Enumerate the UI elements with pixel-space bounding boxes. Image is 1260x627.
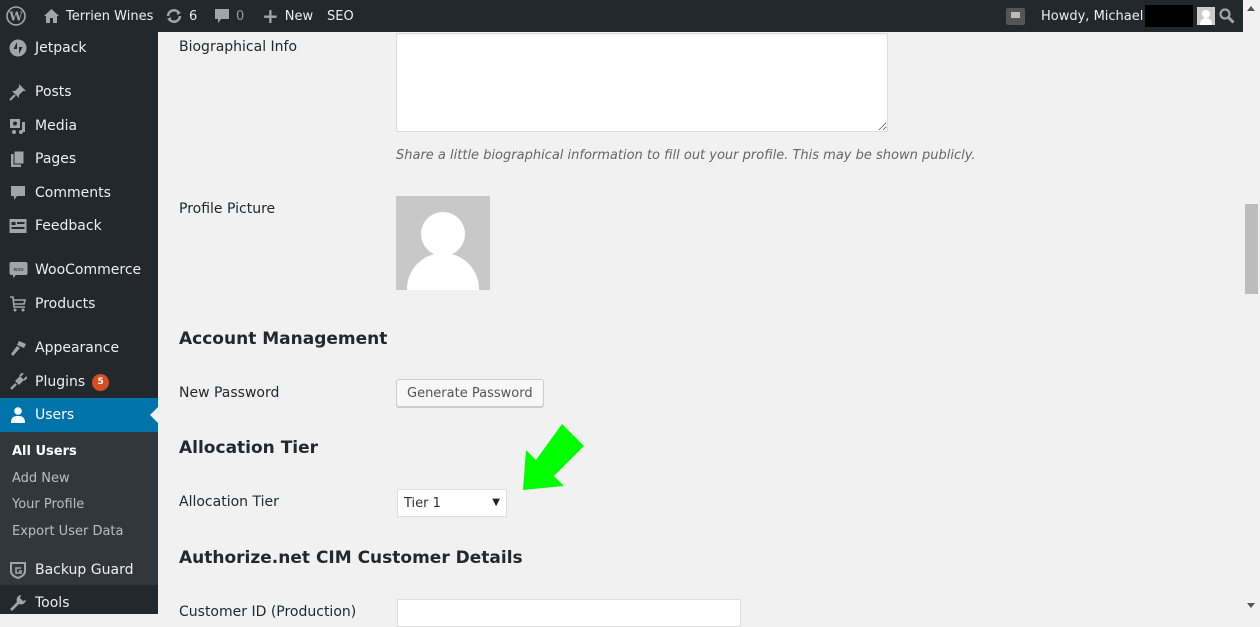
new-content-button[interactable]: + New [262,0,313,32]
comment-icon [214,8,230,24]
home-icon [43,8,60,24]
new-password-label: New Password [179,385,280,401]
seo-label: SEO [327,8,354,24]
profile-form: Biographical Info Share a little biograp… [158,32,1243,627]
plugin-icon [8,372,28,392]
customer-id-label: Customer ID (Production) [179,604,357,620]
bio-label: Biographical Info [179,39,298,55]
comment-icon [8,183,28,203]
wordpress-logo-button[interactable]: W [6,0,26,32]
updates-button[interactable]: 6 [165,0,197,32]
sidebar-item-products[interactable]: Products [0,287,158,321]
sidebar-item-label: WooCommerce [35,262,142,278]
sidebar-item-label: Users [35,407,75,423]
sidebar-item-comments[interactable]: Comments [0,176,158,210]
authorize-net-heading: Authorize.net CIM Customer Details [179,548,523,568]
admin-sidebar: Jetpack Posts Media Pages Comments Feedb… [0,32,158,614]
scroll-down-icon[interactable] [1247,603,1255,608]
sidebar-item-label: Pages [35,151,77,167]
updates-icon [165,8,183,24]
notifications-button[interactable] [1006,0,1025,32]
my-account-menu[interactable]: Howdy, Michael [1041,0,1216,32]
scroll-up-icon[interactable] [1247,6,1255,11]
scrollbar-thumb[interactable] [1245,204,1258,294]
bio-textarea[interactable] [396,33,888,132]
svg-text:W: W [8,10,23,24]
site-name-link[interactable]: Terrien Wines [43,0,153,32]
sidebar-item-label: Feedback [35,218,102,234]
submenu-your-profile[interactable]: Your Profile [12,497,84,512]
chevron-down-icon: ▼ [492,497,500,508]
sidebar-item-pages[interactable]: Pages [0,142,158,176]
search-button[interactable] [1219,0,1235,32]
woocommerce-icon: woo [8,260,28,280]
wrench-icon [8,593,28,613]
submenu-add-new[interactable]: Add New [12,471,70,486]
greeting: Howdy, Michael [1041,8,1144,24]
sidebar-item-label: Media [35,118,78,134]
current-menu-indicator [150,407,158,423]
shield-icon [8,560,28,580]
sidebar-item-label: Appearance [35,340,120,356]
default-avatar-icon [421,212,465,256]
comments-count: 0 [236,8,245,24]
new-label: New [284,8,314,24]
redacted-name [1145,5,1194,27]
account-management-heading: Account Management [179,329,388,349]
profile-picture [396,196,490,290]
site-name: Terrien Wines [66,8,154,24]
sidebar-item-backup-guard[interactable]: Backup Guard [0,553,158,587]
submenu-export-user-data[interactable]: Export User Data [12,524,124,539]
sidebar-item-media[interactable]: Media [0,109,158,143]
plus-icon: + [262,4,279,28]
sidebar-item-label: Products [35,296,96,312]
pages-icon [8,149,28,169]
bio-description: Share a little biographical information … [396,148,976,163]
comments-button[interactable]: 0 [214,0,244,32]
sidebar-item-label: Plugins [35,374,86,390]
allocation-tier-value: Tier 1 [404,495,441,511]
feedback-icon [8,216,28,236]
updates-count: 6 [189,8,198,24]
profile-picture-label: Profile Picture [179,201,276,217]
submenu-all-users[interactable]: All Users [12,444,77,459]
user-avatar-icon [1197,7,1216,25]
paintbrush-icon [8,338,28,358]
svg-text:woo: woo [13,267,23,273]
jetpack-icon [8,38,28,58]
admin-bar: W Terrien Wines 6 0 + New SEO Howdy, Mic… [0,0,1243,32]
sidebar-item-posts[interactable]: Posts [0,75,158,109]
sidebar-item-label: Comments [35,185,111,201]
allocation-tier-heading: Allocation Tier [179,438,319,458]
sidebar-item-label: Backup Guard [35,562,134,578]
sidebar-item-plugins[interactable]: Plugins 5 [0,365,158,399]
sidebar-item-jetpack[interactable]: Jetpack [0,31,158,65]
notification-icon [1006,7,1025,25]
wordpress-logo-icon: W [6,6,26,26]
sidebar-item-label: Jetpack [35,40,87,56]
pin-icon [8,82,28,102]
search-icon [1219,8,1235,24]
plugins-update-badge: 5 [92,373,110,391]
generate-password-button[interactable]: Generate Password [396,379,544,407]
user-icon [8,405,28,425]
media-icon [8,116,28,136]
sidebar-item-appearance[interactable]: Appearance [0,331,158,365]
cart-icon [8,294,28,314]
allocation-tier-select[interactable]: Tier 1 ▼ [397,489,507,517]
sidebar-item-woocommerce[interactable]: woo WooCommerce [0,253,158,287]
sidebar-item-users[interactable]: Users [0,398,158,432]
page-scrollbar[interactable] [1243,0,1260,614]
sidebar-item-label: Tools [35,595,70,611]
customer-id-input[interactable] [397,599,741,627]
sidebar-item-tools[interactable]: Tools [0,586,158,620]
annotation-arrow-icon [523,424,584,490]
sidebar-item-label: Posts [35,84,72,100]
allocation-tier-label: Allocation Tier [179,494,279,510]
default-avatar-body [407,253,479,290]
seo-menu[interactable]: SEO [327,0,354,32]
sidebar-item-feedback[interactable]: Feedback [0,209,158,243]
